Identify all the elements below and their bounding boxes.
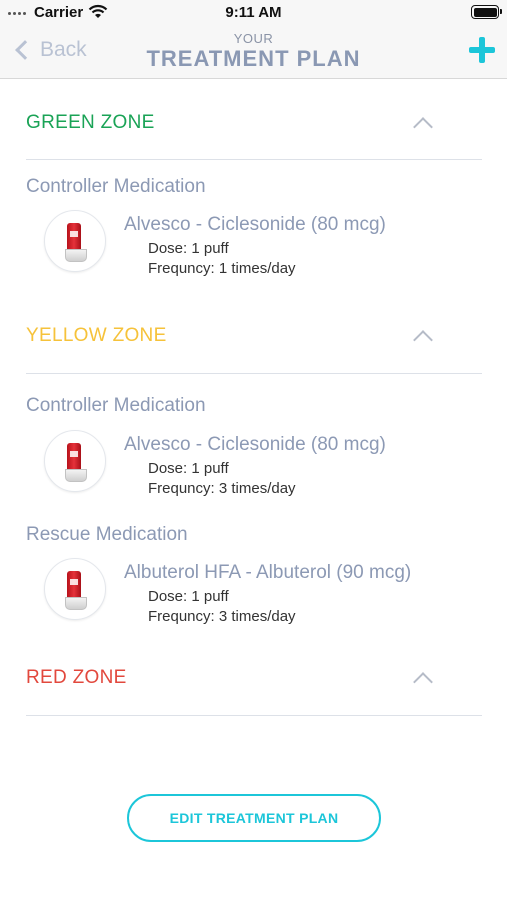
- medication-frequency: Frequncy: 1 times/day: [148, 260, 296, 277]
- divider: [26, 159, 482, 160]
- medication-item[interactable]: Albuterol HFA - Albuterol (90 mcg) Dose:…: [44, 558, 484, 625]
- status-bar: Carrier 9:11 AM: [0, 0, 507, 28]
- zone-title-green: GREEN ZONE: [26, 112, 155, 133]
- page-title-main: TREATMENT PLAN: [146, 46, 361, 71]
- zone-header-yellow[interactable]: YELLOW ZONE: [26, 316, 482, 356]
- nav-bar: Back YOUR TREATMENT PLAN: [0, 28, 507, 79]
- medication-name[interactable]: Alvesco - Ciclesonide (80 mcg): [124, 434, 386, 456]
- medication-item[interactable]: Alvesco - Ciclesonide (80 mcg) Dose: 1 p…: [44, 210, 484, 277]
- chevron-up-icon[interactable]: [413, 672, 433, 692]
- page-title: YOUR TREATMENT PLAN: [0, 31, 507, 72]
- clock: 9:11 AM: [225, 4, 282, 21]
- medication-item[interactable]: Alvesco - Ciclesonide (80 mcg) Dose: 1 p…: [44, 430, 484, 497]
- medication-dose: Dose: 1 puff: [148, 588, 229, 605]
- medication-frequency: Frequncy: 3 times/day: [148, 608, 296, 625]
- zone-title-red: RED ZONE: [26, 667, 127, 688]
- zone-header-green[interactable]: GREEN ZONE: [26, 103, 482, 143]
- inhaler-icon: [44, 558, 106, 620]
- inhaler-icon: [44, 430, 106, 492]
- medication-category: Controller Medication: [26, 395, 206, 416]
- battery-icon: [471, 5, 502, 19]
- medication-name[interactable]: Alvesco - Ciclesonide (80 mcg): [124, 214, 386, 236]
- medication-dose: Dose: 1 puff: [148, 460, 229, 477]
- divider: [26, 715, 482, 716]
- medication-name[interactable]: Albuterol HFA - Albuterol (90 mcg): [124, 562, 411, 584]
- edit-treatment-plan-button[interactable]: EDIT TREATMENT PLAN: [127, 794, 381, 842]
- chevron-up-icon[interactable]: [413, 117, 433, 137]
- zone-header-red[interactable]: RED ZONE: [26, 658, 482, 698]
- chevron-up-icon[interactable]: [413, 330, 433, 350]
- medication-dose: Dose: 1 puff: [148, 240, 229, 257]
- divider: [26, 373, 482, 374]
- medication-category: Controller Medication: [26, 176, 206, 197]
- zone-title-yellow: YELLOW ZONE: [26, 325, 167, 346]
- inhaler-icon: [44, 210, 106, 272]
- add-icon[interactable]: [469, 37, 495, 63]
- page-title-small: YOUR: [233, 31, 274, 46]
- medication-category: Rescue Medication: [26, 524, 188, 545]
- medication-frequency: Frequncy: 3 times/day: [148, 480, 296, 497]
